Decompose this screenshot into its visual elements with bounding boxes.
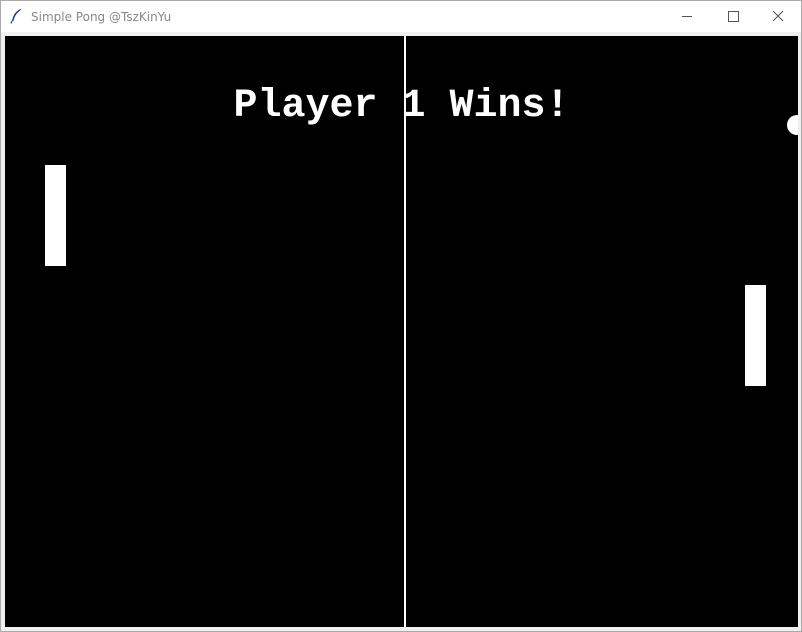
feather-icon <box>9 8 23 24</box>
game-canvas[interactable]: Player 1 Wins! <box>5 36 798 627</box>
window-title: Simple Pong @TszKinYu <box>31 10 172 24</box>
maximize-button[interactable] <box>710 1 756 32</box>
maximize-icon <box>727 11 739 22</box>
winner-message: Player 1 Wins! <box>233 84 570 129</box>
close-button[interactable] <box>755 1 801 32</box>
right-paddle <box>745 285 766 386</box>
minimize-button[interactable] <box>664 1 710 32</box>
close-icon <box>772 7 784 26</box>
title-bar[interactable]: Simple Pong @TszKinYu <box>1 1 801 32</box>
left-paddle <box>45 165 66 266</box>
minimize-icon <box>682 16 692 17</box>
app-window: Simple Pong @TszKinYu Player 1 Wins! <box>0 0 802 632</box>
